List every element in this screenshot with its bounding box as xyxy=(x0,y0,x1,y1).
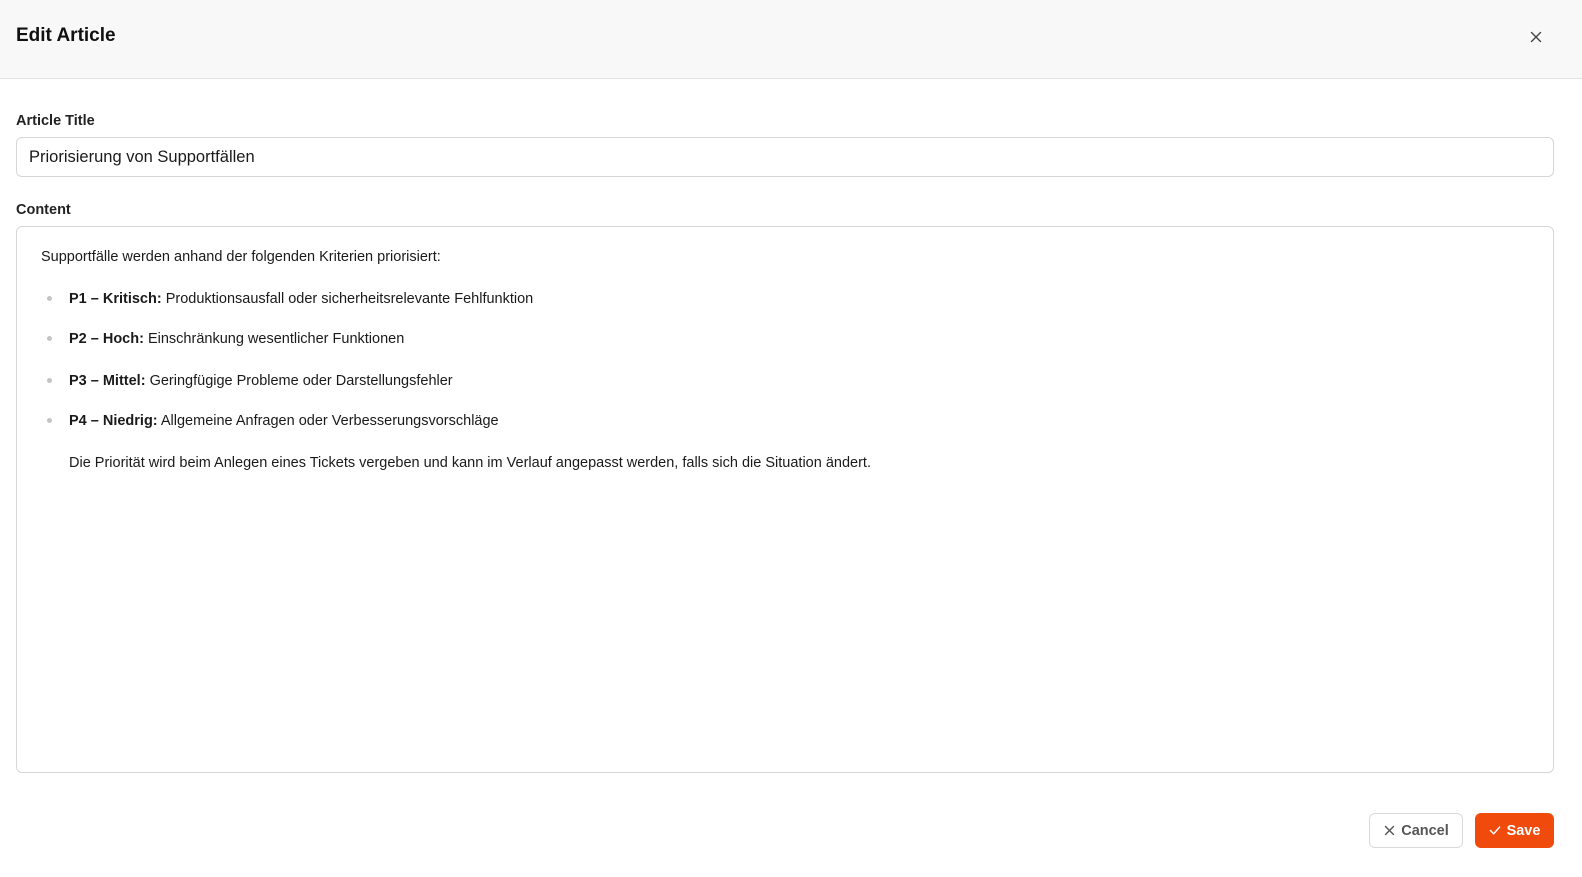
article-title-label: Article Title xyxy=(16,113,95,129)
list-item-label: P1 – Kritisch: xyxy=(69,291,162,307)
check-icon xyxy=(1489,825,1501,837)
list-item: P4 – Niedrig: Allgemeine Anfragen oder V… xyxy=(47,412,499,430)
close-icon xyxy=(1530,31,1542,43)
list-item: P3 – Mittel: Geringfügige Probleme oder … xyxy=(47,372,453,390)
list-item: P1 – Kritisch: Produktionsausfall oder s… xyxy=(47,290,534,308)
content-intro: Supportfälle werden anhand der folgenden… xyxy=(41,249,441,265)
bullet-dot-icon xyxy=(47,336,52,341)
content-outro: Die Priorität wird beim Anlegen eines Ti… xyxy=(69,455,871,471)
bullet-dot-icon xyxy=(47,296,52,301)
list-item-text: Einschränkung wesentlicher Funktionen xyxy=(143,331,405,347)
list-item-text: Produktionsausfall oder sicherheitsrelev… xyxy=(161,291,534,307)
list-item: P2 – Hoch: Einschränkung wesentlicher Fu… xyxy=(47,330,405,348)
list-item-label: P4 – Niedrig: xyxy=(69,413,158,429)
list-item-text: Geringfügige Probleme oder Darstellungsf… xyxy=(145,373,453,389)
content-label: Content xyxy=(16,202,71,218)
bullet-dot-icon xyxy=(47,418,52,423)
cancel-button[interactable]: Cancel xyxy=(1369,813,1463,848)
cancel-button-label: Cancel xyxy=(1401,822,1449,839)
bullet-dot-icon xyxy=(47,378,52,383)
save-button-label: Save xyxy=(1506,822,1541,839)
modal-header: Edit Article xyxy=(0,0,1582,79)
modal-title: Edit Article xyxy=(16,25,116,46)
edit-article-modal: Edit Article Article Title Content Suppo… xyxy=(0,0,1582,877)
content-editor[interactable]: Supportfälle werden anhand der folgenden… xyxy=(16,226,1554,773)
x-icon xyxy=(1383,825,1395,837)
list-item-label: P3 – Mittel: xyxy=(69,373,146,389)
list-item-label: P2 – Hoch: xyxy=(69,331,144,347)
list-item-text: Allgemeine Anfragen oder Verbesserungsvo… xyxy=(157,413,499,429)
close-button[interactable] xyxy=(1526,27,1546,47)
article-title-input[interactable] xyxy=(16,137,1554,177)
save-button[interactable]: Save xyxy=(1475,813,1554,848)
